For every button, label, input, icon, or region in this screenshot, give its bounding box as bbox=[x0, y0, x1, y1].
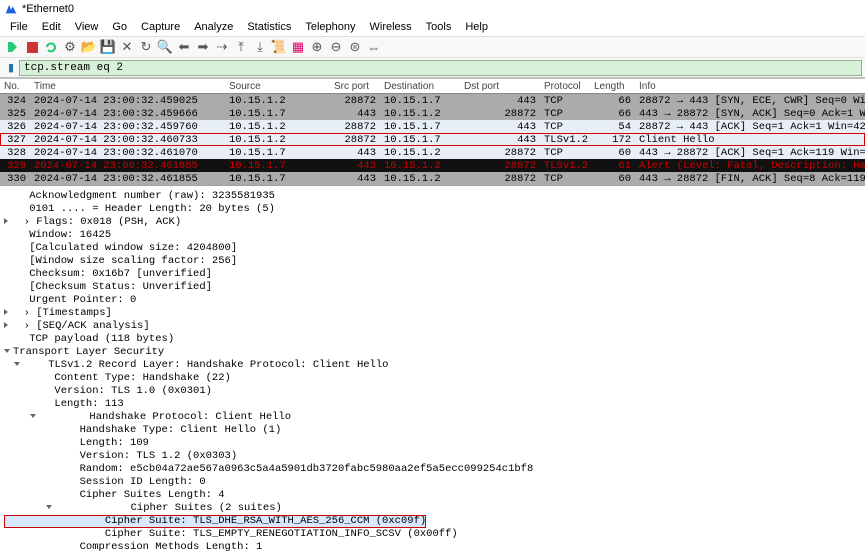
detail-line[interactable]: Handshake Type: Client Hello (1) bbox=[4, 424, 859, 437]
menu-analyze[interactable]: Analyze bbox=[188, 20, 239, 34]
col-srcport[interactable]: Src port bbox=[330, 81, 380, 92]
detail-cipher-suite-selected[interactable]: Cipher Suite: TLS_DHE_RSA_WITH_AES_256_C… bbox=[4, 515, 426, 528]
autoscroll-icon[interactable]: 📜 bbox=[270, 38, 288, 56]
col-time[interactable]: Time bbox=[30, 81, 225, 92]
detail-line[interactable]: Handshake Protocol: Client Hello bbox=[4, 411, 859, 424]
detail-line[interactable]: Length: 109 bbox=[4, 437, 859, 450]
menu-bar: File Edit View Go Capture Analyze Statis… bbox=[0, 18, 865, 36]
table-row[interactable]: 3302024-07-14 23:00:32.46185510.15.1.744… bbox=[0, 172, 865, 185]
detail-line[interactable]: Version: TLS 1.2 (0x0303) bbox=[4, 450, 859, 463]
first-icon[interactable]: ⤒ bbox=[232, 38, 250, 56]
detail-line[interactable]: Urgent Pointer: 0 bbox=[4, 294, 859, 307]
prev-icon[interactable]: ⬅ bbox=[175, 38, 193, 56]
close-icon[interactable]: ✕ bbox=[118, 38, 136, 56]
app-icon bbox=[4, 2, 18, 16]
main-toolbar: ⚙ 📂 💾 ✕ ↻ 🔍 ⬅ ➡ ⇢ ⤒ ⤓ 📜 ▦ ⊕ ⊖ ⊜ ⇔ bbox=[0, 36, 865, 58]
restart-capture-icon[interactable] bbox=[42, 38, 60, 56]
colorize-icon[interactable]: ▦ bbox=[289, 38, 307, 56]
display-filter-bar: ▮ bbox=[0, 58, 865, 78]
col-length[interactable]: Length bbox=[590, 81, 635, 92]
menu-edit[interactable]: Edit bbox=[36, 20, 67, 34]
detail-line[interactable]: [Window size scaling factor: 256] bbox=[4, 255, 859, 268]
detail-line[interactable]: Cipher Suites Length: 4 bbox=[4, 489, 859, 502]
detail-line[interactable]: Checksum: 0x16b7 [unverified] bbox=[4, 268, 859, 281]
table-row[interactable]: 3282024-07-14 23:00:32.46107010.15.1.744… bbox=[0, 146, 865, 159]
menu-capture[interactable]: Capture bbox=[135, 20, 186, 34]
detail-line[interactable]: Acknowledgment number (raw): 3235581935 bbox=[4, 190, 859, 203]
stop-capture-icon[interactable] bbox=[23, 38, 41, 56]
zoom-out-icon[interactable]: ⊖ bbox=[327, 38, 345, 56]
zoom-reset-icon[interactable]: ⊜ bbox=[346, 38, 364, 56]
table-row[interactable]: 3242024-07-14 23:00:32.45902510.15.1.228… bbox=[0, 94, 865, 107]
table-row[interactable]: 3272024-07-14 23:00:32.46073310.15.1.228… bbox=[0, 133, 865, 146]
open-icon[interactable]: 📂 bbox=[80, 38, 98, 56]
table-row[interactable]: 3292024-07-14 23:00:32.46185510.15.1.744… bbox=[0, 159, 865, 172]
display-filter-input[interactable] bbox=[19, 60, 862, 76]
detail-line[interactable]: TLSv1.2 Record Layer: Handshake Protocol… bbox=[4, 359, 859, 372]
detail-line[interactable]: Transport Layer Security bbox=[4, 346, 859, 359]
title-bar: *Ethernet0 bbox=[0, 0, 865, 18]
table-row[interactable]: 3262024-07-14 23:00:32.45976010.15.1.228… bbox=[0, 120, 865, 133]
menu-telephony[interactable]: Telephony bbox=[299, 20, 361, 34]
col-no[interactable]: No. bbox=[0, 81, 30, 92]
detail-line[interactable]: Random: e5cb04a72ae567a0963c5a4a5901db37… bbox=[4, 463, 859, 476]
detail-line[interactable]: Length: 113 bbox=[4, 398, 859, 411]
detail-line[interactable]: [Calculated window size: 4204800] bbox=[4, 242, 859, 255]
menu-wireless[interactable]: Wireless bbox=[364, 20, 418, 34]
packet-details-pane[interactable]: Acknowledgment number (raw): 3235581935 … bbox=[0, 185, 865, 558]
resize-columns-icon[interactable]: ⇔ bbox=[365, 38, 383, 56]
col-source[interactable]: Source bbox=[225, 81, 330, 92]
detail-line[interactable]: › [Timestamps] bbox=[4, 307, 859, 320]
col-protocol[interactable]: Protocol bbox=[540, 81, 590, 92]
col-info[interactable]: Info bbox=[635, 81, 865, 92]
col-destination[interactable]: Destination bbox=[380, 81, 460, 92]
start-capture-icon[interactable] bbox=[4, 38, 22, 56]
next-icon[interactable]: ➡ bbox=[194, 38, 212, 56]
menu-statistics[interactable]: Statistics bbox=[241, 20, 297, 34]
reload-icon[interactable]: ↻ bbox=[137, 38, 155, 56]
detail-line[interactable]: Cipher Suite: TLS_EMPTY_RENEGOTIATION_IN… bbox=[4, 528, 859, 541]
detail-line[interactable]: Session ID Length: 0 bbox=[4, 476, 859, 489]
filter-bookmark-icon[interactable]: ▮ bbox=[3, 61, 19, 74]
table-row[interactable]: 3252024-07-14 23:00:32.45966610.15.1.744… bbox=[0, 107, 865, 120]
detail-line[interactable]: Cipher Suites (2 suites) bbox=[4, 502, 859, 515]
menu-help[interactable]: Help bbox=[459, 20, 494, 34]
detail-line[interactable]: Window: 16425 bbox=[4, 229, 859, 242]
packet-list-header: No. Time Source Src port Destination Dst… bbox=[0, 78, 865, 94]
menu-file[interactable]: File bbox=[4, 20, 34, 34]
detail-line[interactable]: Version: TLS 1.0 (0x0301) bbox=[4, 385, 859, 398]
detail-line[interactable]: TCP payload (118 bytes) bbox=[4, 333, 859, 346]
options-icon[interactable]: ⚙ bbox=[61, 38, 79, 56]
save-icon[interactable]: 💾 bbox=[99, 38, 117, 56]
detail-line[interactable]: [Checksum Status: Unverified] bbox=[4, 281, 859, 294]
menu-view[interactable]: View bbox=[69, 20, 105, 34]
detail-line[interactable]: › Flags: 0x018 (PSH, ACK) bbox=[4, 216, 859, 229]
detail-line[interactable]: › [SEQ/ACK analysis] bbox=[4, 320, 859, 333]
zoom-in-icon[interactable]: ⊕ bbox=[308, 38, 326, 56]
menu-go[interactable]: Go bbox=[106, 20, 133, 34]
find-icon[interactable]: 🔍 bbox=[156, 38, 174, 56]
last-icon[interactable]: ⤓ bbox=[251, 38, 269, 56]
packet-list[interactable]: 3242024-07-14 23:00:32.45902510.15.1.228… bbox=[0, 94, 865, 185]
jump-icon[interactable]: ⇢ bbox=[213, 38, 231, 56]
detail-line[interactable]: 0101 .... = Header Length: 20 bytes (5) bbox=[4, 203, 859, 216]
menu-tools[interactable]: Tools bbox=[420, 20, 458, 34]
window-title: *Ethernet0 bbox=[22, 3, 74, 15]
detail-line[interactable]: Content Type: Handshake (22) bbox=[4, 372, 859, 385]
detail-line[interactable]: Compression Methods Length: 1 bbox=[4, 541, 859, 554]
col-dstport[interactable]: Dst port bbox=[460, 81, 540, 92]
